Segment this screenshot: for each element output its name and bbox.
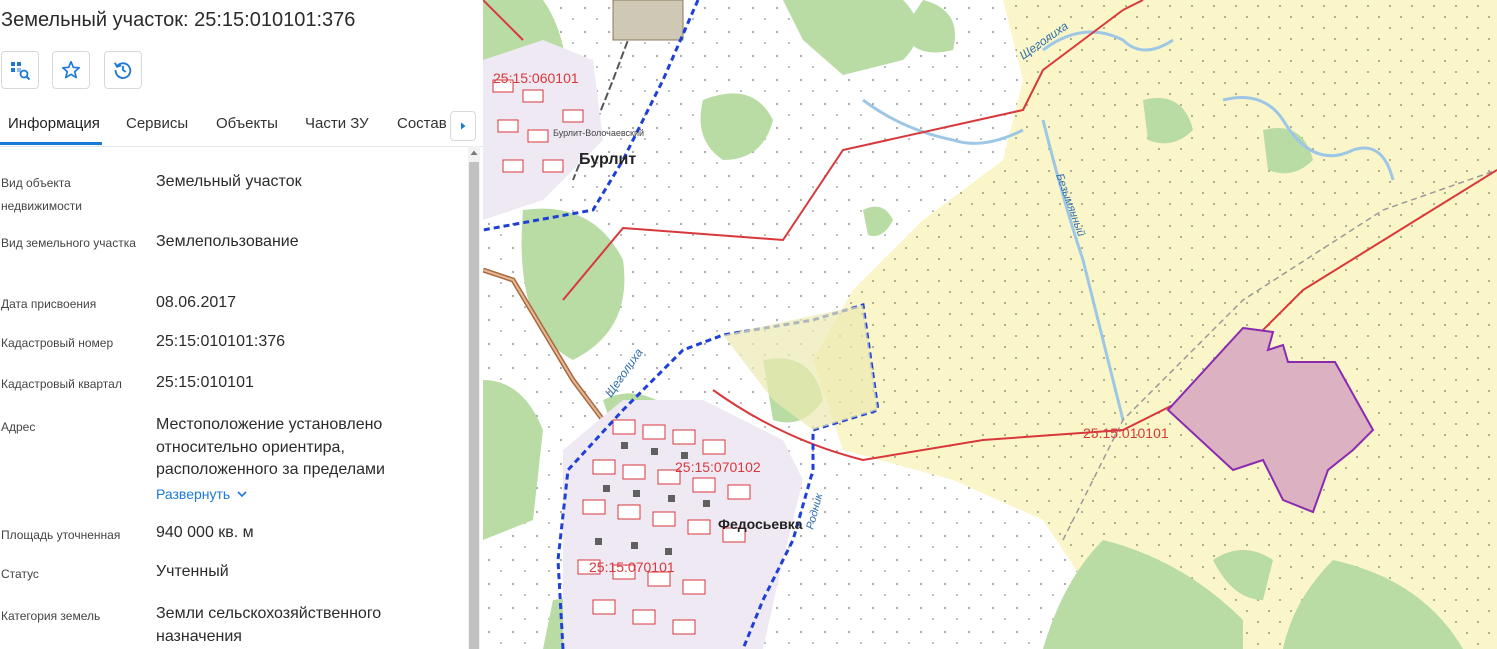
history-button[interactable] xyxy=(104,51,142,89)
locate-button[interactable] xyxy=(1,51,39,89)
tab-information[interactable]: Информация xyxy=(8,115,100,132)
parcel-type-label: Вид земельного участка xyxy=(1,236,136,250)
land-category-value: Земли сельскохозяйственного назначения xyxy=(156,605,382,645)
status-value: Учтенный xyxy=(156,563,229,580)
assignment-date-value: 08.06.2017 xyxy=(156,294,237,311)
active-tab-indicator xyxy=(0,142,102,145)
cadastral-block-label: Кадастровый квартал xyxy=(1,377,122,391)
scrollbar-thumb[interactable] xyxy=(469,162,479,649)
address-value: Местоположение установлено относительно … xyxy=(156,416,385,478)
history-icon xyxy=(113,62,132,79)
area-label: Площадь уточненная xyxy=(1,528,121,542)
address-label: Адрес xyxy=(1,420,36,434)
label-quarter-070102: 25:15:070102 xyxy=(675,459,761,475)
cadastral-block-value: 25:15:010101 xyxy=(156,374,254,391)
label-fedosevka: Федосьевка xyxy=(718,516,803,532)
expand-link-label: Развернуть xyxy=(156,486,231,502)
land-category-label: Категория земель xyxy=(1,609,101,623)
label-quarter-060101: 25:15:060101 xyxy=(493,70,579,86)
cadastral-number-value: 25:15:010101:376 xyxy=(156,333,286,350)
map-canvas[interactable]: Бурлит Бурлит-Волочаевский Федосьевка 25… xyxy=(483,0,1497,649)
star-icon xyxy=(61,60,81,79)
cadastral-number-label: Кадастровый номер xyxy=(1,336,114,350)
tab-services[interactable]: Сервисы xyxy=(126,115,188,132)
scroll-up-arrow-icon[interactable] xyxy=(468,147,480,159)
assignment-date-label: Дата присвоения xyxy=(1,297,97,311)
tab-bar: Информация Сервисы Объекты Части ЗУ Сост… xyxy=(0,104,483,147)
label-quarter-010101: 25:15:010101 xyxy=(1083,425,1169,441)
page-title: Земельный участок: 25:15:010101:376 xyxy=(1,9,356,31)
tab-parcel-parts[interactable]: Части ЗУ xyxy=(305,115,369,132)
info-panel: Земельный участок: 25:15:010101:376 Инфо… xyxy=(0,0,483,649)
label-burlit-small: Бурлит-Волочаевский xyxy=(553,128,644,138)
tab-objects[interactable]: Объекты xyxy=(216,115,278,132)
tab-composition[interactable]: Состав xyxy=(397,115,447,132)
parcel-type-value: Землепользование xyxy=(156,233,299,250)
area-value: 940 000 кв. м xyxy=(156,524,254,541)
chevron-right-icon xyxy=(461,122,466,130)
locate-parcel-icon xyxy=(11,62,31,81)
favorite-button[interactable] xyxy=(52,51,90,89)
tabs-scroll-right-button[interactable] xyxy=(450,111,476,141)
object-type-label: Вид объекта недвижимости xyxy=(1,176,82,213)
status-label: Статус xyxy=(1,567,39,581)
object-type-value: Земельный участок xyxy=(156,173,302,190)
label-burlit: Бурлит xyxy=(579,151,636,168)
chevron-down-icon xyxy=(237,491,247,498)
expand-address-link[interactable]: Развернуть xyxy=(156,486,248,502)
label-quarter-070101: 25:15:070101 xyxy=(589,559,675,575)
